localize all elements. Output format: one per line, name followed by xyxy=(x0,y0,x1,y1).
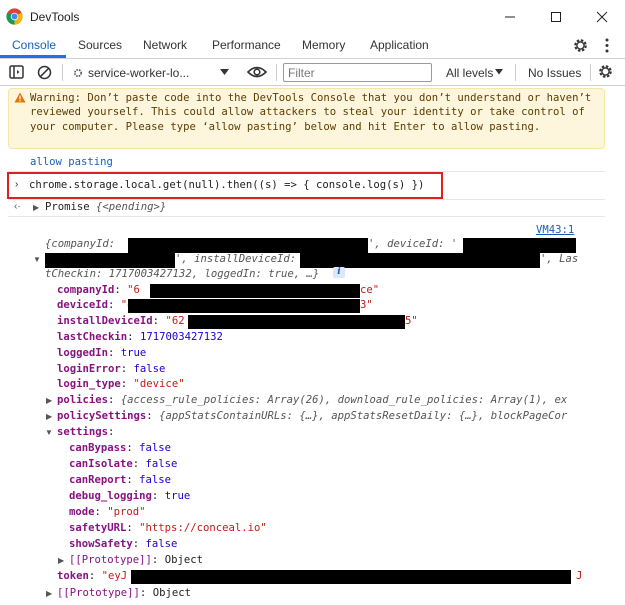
redaction-box xyxy=(128,299,360,313)
levels-dropdown-icon[interactable] xyxy=(495,69,503,75)
more-options-icon[interactable] xyxy=(604,37,610,54)
prop-login-type: login_type: "device" xyxy=(57,378,185,390)
expand-settings-prototype-icon[interactable]: ▶ xyxy=(58,556,64,565)
highlight-annotation-box xyxy=(7,172,443,199)
expand-promise-icon[interactable]: ▶ xyxy=(33,203,39,212)
source-location-link[interactable]: VM43:1 xyxy=(536,223,574,237)
clear-console-icon[interactable] xyxy=(37,65,52,80)
object-summary-part: ', deviceId: ' xyxy=(368,238,458,250)
prop-deviceId-tail: 3" xyxy=(360,299,373,311)
filter-input[interactable] xyxy=(283,63,432,82)
redaction-box xyxy=(45,253,175,268)
console-settings-gear-icon[interactable] xyxy=(597,63,614,80)
title-bar: DevTools xyxy=(0,0,625,34)
redaction-box xyxy=(150,284,360,298)
expand-policies-icon[interactable]: ▶ xyxy=(46,396,52,405)
sidebar-toggle-icon[interactable] xyxy=(9,65,24,79)
settings-gear-icon[interactable] xyxy=(572,37,589,54)
result-return-icon: ‹· xyxy=(14,201,21,212)
toolbar-divider xyxy=(276,64,277,81)
object-summary-part: ', Las xyxy=(540,253,579,265)
tab-sources[interactable]: Sources xyxy=(78,38,122,52)
live-expression-eye-icon[interactable] xyxy=(247,65,267,79)
prop-lastCheckin: lastCheckin: 1717003427132 xyxy=(57,331,223,343)
toolbar-divider xyxy=(515,64,516,81)
prop-policySettings[interactable]: policySettings: {appStatsContainURLs: {…… xyxy=(57,409,567,423)
expand-object-prototype-icon[interactable]: ▶ xyxy=(46,589,52,598)
prop-companyId: companyId: "6 xyxy=(57,284,140,296)
issues-counter[interactable]: No Issues xyxy=(528,66,581,80)
tab-network[interactable]: Network xyxy=(143,38,187,52)
toolbar-divider xyxy=(590,64,591,81)
maximize-button[interactable] xyxy=(533,0,579,34)
tab-application[interactable]: Application xyxy=(370,38,429,52)
promise-state: {<pending>} xyxy=(96,201,167,213)
minimize-button[interactable] xyxy=(487,0,533,34)
javascript-context-select[interactable]: service-worker-lo... xyxy=(88,66,189,80)
prop-companyId-tail: ce" xyxy=(360,284,380,296)
warning-triangle-icon xyxy=(14,92,26,103)
console-input-echo: allow pasting xyxy=(30,156,113,168)
redaction-box xyxy=(463,238,576,253)
chevron-down-icon[interactable] xyxy=(220,69,229,76)
object-prototype[interactable]: [[Prototype]]: Object xyxy=(57,586,191,600)
redaction-box xyxy=(131,570,571,584)
context-gear-icon xyxy=(73,68,83,78)
tab-performance[interactable]: Performance xyxy=(212,38,281,52)
collapse-object-icon[interactable]: ▼ xyxy=(33,255,41,264)
warning-text: Warning: Don’t paste code into the DevTo… xyxy=(30,92,598,133)
redaction-box xyxy=(128,238,368,253)
close-icon xyxy=(596,11,608,23)
promise-label: Promise xyxy=(45,201,90,213)
object-summary-end: tCheckin: 1717003427132, loggedIn: true,… xyxy=(45,268,320,280)
prop-safetyURL: safetyURL: "https://conceal.io" xyxy=(69,522,267,534)
tab-memory[interactable]: Memory xyxy=(302,38,345,52)
toolbar-divider xyxy=(62,64,63,81)
prop-debug-logging: debug_logging: true xyxy=(69,490,191,502)
prop-installDeviceId: installDeviceId: "62 xyxy=(57,315,185,327)
console-separator xyxy=(8,216,605,217)
prop-deviceId: deviceId: "e xyxy=(57,299,134,311)
minimize-icon xyxy=(505,16,515,18)
prop-canBypass: canBypass: false xyxy=(69,442,172,454)
panel-tabs: Console Sources Network Performance Memo… xyxy=(0,34,625,59)
expand-policySettings-icon[interactable]: ▶ xyxy=(46,412,52,421)
paste-warning-message: Warning: Don’t paste code into the DevTo… xyxy=(8,88,605,149)
object-summary-start: {companyId: xyxy=(45,238,122,250)
prop-canIsolate: canIsolate: false xyxy=(69,458,178,470)
redaction-box xyxy=(300,253,540,268)
prop-settings[interactable]: settings: xyxy=(57,425,114,439)
prop-token-tail: J xyxy=(576,570,583,582)
console-toolbar: service-worker-lo... All levels No Issue… xyxy=(0,59,625,86)
prop-mode: mode: "prod" xyxy=(69,506,146,518)
prop-loggedIn: loggedIn: true xyxy=(57,347,147,359)
object-summary-part: ', installDeviceId: ' xyxy=(175,253,309,265)
prop-loginError: loginError: false xyxy=(57,363,166,375)
prop-policies[interactable]: policies: {access_rule_policies: Array(2… xyxy=(57,393,567,407)
collapse-settings-icon[interactable]: ▼ xyxy=(45,428,53,437)
prop-installDeviceId-tail: 5" xyxy=(405,315,418,327)
tab-console[interactable]: Console xyxy=(12,38,56,52)
promise-result[interactable]: Promise {<pending>} xyxy=(45,200,166,214)
redaction-box xyxy=(188,315,405,329)
prop-showSafety: showSafety: false xyxy=(69,538,178,550)
prop-token: token: "eyJ xyxy=(57,570,128,582)
active-tab-indicator xyxy=(0,55,66,58)
info-badge-icon[interactable]: i xyxy=(333,267,345,278)
log-levels-select[interactable]: All levels xyxy=(446,66,493,80)
chrome-logo-icon xyxy=(6,8,23,25)
settings-prototype[interactable]: [[Prototype]]: Object xyxy=(69,553,203,567)
window-title: DevTools xyxy=(30,10,80,24)
close-window-button[interactable] xyxy=(579,0,625,34)
maximize-icon xyxy=(551,12,561,22)
prop-canReport: canReport: false xyxy=(69,474,172,486)
